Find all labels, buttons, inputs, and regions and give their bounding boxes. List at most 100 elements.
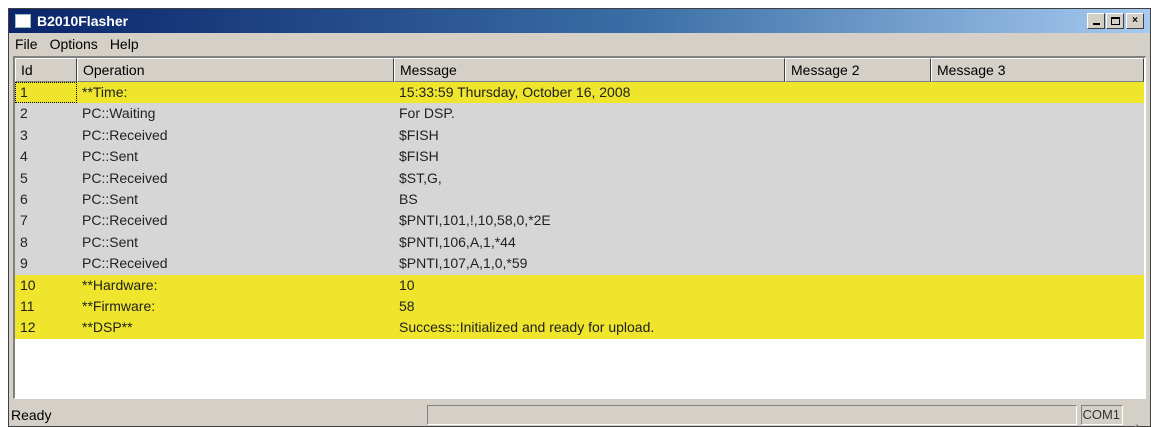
cell-message-3 [931, 253, 1144, 274]
column-header-message-2[interactable]: Message 2 [785, 58, 931, 82]
column-header-message[interactable]: Message [394, 58, 785, 82]
cell-operation: **Firmware: [82, 297, 156, 314]
status-bar: Ready COM1 [9, 403, 1150, 427]
cell-message: 58 [399, 297, 415, 314]
cell-message-2 [785, 146, 931, 167]
menu-options[interactable]: Options [44, 33, 104, 55]
list-header: Id Operation Message Message 2 Message 3 [15, 58, 1144, 82]
title-bar[interactable]: B2010Flasher × [9, 9, 1150, 33]
cell-message-2 [785, 317, 931, 338]
app-icon [15, 14, 31, 28]
cell-id: 10 [20, 276, 36, 293]
cell-message-2 [785, 103, 931, 124]
cell-message-3 [931, 189, 1144, 210]
cell-message: $FISH [399, 148, 439, 165]
table-row[interactable]: 9 PC::Received $PNTI,107,A,1,0,*59 [15, 253, 1144, 275]
cell-message: $PNTI,107,A,1,0,*59 [399, 255, 528, 272]
window-title: B2010Flasher [37, 13, 129, 29]
cell-id: 3 [20, 126, 28, 143]
cell-id: 7 [20, 212, 28, 229]
cell-operation: **Time: [82, 84, 128, 100]
status-panel [427, 405, 1077, 425]
table-row[interactable]: 10 **Hardware: 10 [15, 274, 1144, 296]
cell-message: $PNTI,101,!,10,58,0,*2E [399, 212, 551, 229]
resize-grip-icon[interactable] [1124, 411, 1138, 427]
cell-operation: **Hardware: [82, 276, 158, 293]
cell-message: BS [399, 190, 418, 207]
cell-message: Success::Initialized and ready for uploa… [399, 319, 655, 336]
cell-id: 8 [20, 233, 28, 250]
cell-message-2 [785, 275, 931, 296]
cell-operation: PC::Sent [82, 148, 139, 165]
cell-message: 15:33:59 Thursday, October 16, 2008 [399, 84, 631, 100]
table-row[interactable]: 5 PC::Received $ST,G, [15, 167, 1144, 189]
window-controls: × [1086, 13, 1144, 29]
cell-message-3 [931, 168, 1144, 189]
cell-message-3 [931, 296, 1144, 317]
minimize-icon [1092, 23, 1100, 25]
table-row[interactable]: 7 PC::Received $PNTI,101,!,10,58,0,*2E [15, 210, 1144, 232]
menu-bar: File Options Help [9, 33, 1150, 55]
cell-operation: PC::Sent [82, 190, 139, 207]
list-rows: 1 **Time: 15:33:59 Thursday, October 16, 2… [15, 82, 1144, 339]
cell-operation: PC::Received [82, 212, 168, 229]
cell-message-3 [931, 232, 1144, 253]
cell-operation: PC::Received [82, 169, 168, 186]
maximize-button[interactable] [1106, 13, 1124, 29]
app-window: B2010Flasher × File Options Help Id Oper… [8, 8, 1151, 427]
cell-id: 9 [20, 255, 28, 272]
cell-message-3 [931, 82, 1144, 103]
cell-message: $PNTI,106,A,1,*44 [399, 233, 516, 250]
cell-operation: PC::Received [82, 126, 168, 143]
menu-help[interactable]: Help [104, 33, 145, 55]
status-text: Ready [11, 407, 52, 423]
cell-operation: PC::Received [82, 255, 168, 272]
cell-message-2 [785, 168, 931, 189]
close-icon: × [1132, 15, 1138, 26]
cell-message: 10 [399, 276, 415, 293]
cell-id: 1 [15, 82, 77, 104]
cell-message: For DSP. [399, 105, 455, 122]
close-button[interactable]: × [1126, 13, 1144, 29]
cell-message-3 [931, 146, 1144, 167]
cell-operation: PC::Waiting [82, 105, 156, 122]
cell-message: $FISH [399, 126, 439, 143]
cell-message-3 [931, 103, 1144, 124]
table-row[interactable]: 3 PC::Received $FISH [15, 124, 1144, 147]
cell-message: $ST,G, [399, 169, 442, 186]
column-header-id[interactable]: Id [15, 58, 77, 82]
cell-operation: PC::Sent [82, 233, 139, 250]
table-row[interactable]: 8 PC::Sent $PNTI,106,A,1,*44 [15, 231, 1144, 254]
cell-id: 4 [20, 148, 28, 165]
maximize-icon [1110, 17, 1120, 25]
cell-id: 5 [20, 169, 28, 186]
column-header-message-3[interactable]: Message 3 [931, 58, 1144, 82]
cell-message-2 [785, 210, 931, 231]
table-row[interactable]: 2 PC::Waiting For DSP. [15, 103, 1144, 125]
cell-id: 2 [20, 105, 28, 122]
table-row[interactable]: 12 **DSP** Success::Initialized and ready … [15, 317, 1144, 339]
cell-message-3 [931, 125, 1144, 146]
cell-message-3 [931, 210, 1144, 231]
cell-message-2 [785, 296, 931, 317]
minimize-button[interactable] [1087, 13, 1105, 29]
cell-message-2 [785, 82, 931, 103]
cell-message-3 [931, 275, 1144, 296]
cell-id: 11 [20, 297, 35, 314]
cell-operation: **DSP** [82, 319, 133, 336]
table-row[interactable]: 4 PC::Sent $FISH [15, 146, 1144, 168]
menu-file[interactable]: File [9, 33, 44, 55]
table-row[interactable]: 6 PC::Sent BS [15, 188, 1144, 211]
table-row[interactable]: 1 **Time: 15:33:59 Thursday, October 16, 2… [15, 82, 1144, 104]
cell-message-2 [785, 232, 931, 253]
log-list[interactable]: Id Operation Message Message 2 Message 3… [13, 56, 1146, 399]
cell-message-3 [931, 317, 1144, 338]
cell-message-2 [785, 253, 931, 274]
cell-message-2 [785, 125, 931, 146]
cell-id: 6 [20, 190, 28, 207]
status-port: COM1 [1081, 405, 1123, 425]
cell-message-2 [785, 189, 931, 210]
table-row[interactable]: 11 **Firmware: 58 [15, 295, 1144, 318]
cell-id: 12 [20, 319, 36, 336]
column-header-operation[interactable]: Operation [77, 58, 394, 82]
